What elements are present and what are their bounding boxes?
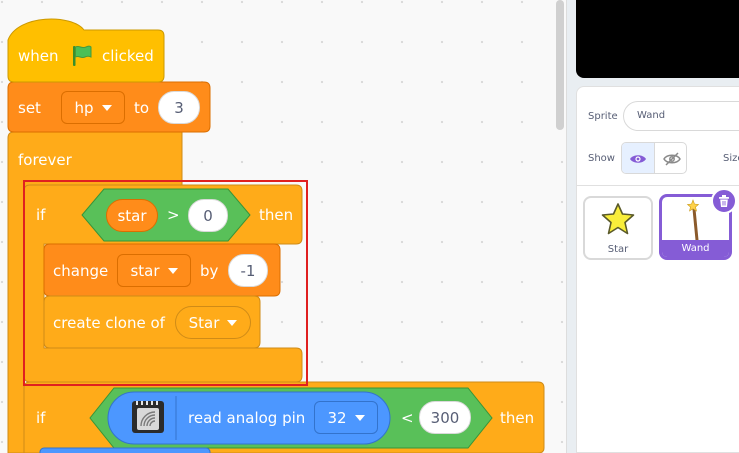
chevron-down-icon (101, 104, 112, 111)
star-icon (601, 203, 635, 235)
set-keyword: set (18, 99, 41, 117)
then-label-2: then (500, 409, 535, 427)
pin-dropdown[interactable]: 32 (314, 401, 378, 434)
sprite-label: Sprite (588, 111, 618, 122)
sprite-name-value: Wand (637, 110, 666, 121)
size-label: Size (723, 153, 739, 164)
green-flag-icon[interactable] (70, 44, 94, 68)
stage-canvas[interactable] (576, 0, 739, 78)
show-visible-button[interactable] (622, 143, 655, 173)
script-workspace[interactable]: when clicked set hp to 3 forever if star… (0, 0, 566, 453)
sprite-tile-star[interactable]: Star (583, 196, 653, 260)
eye-icon (630, 155, 646, 163)
set-variable-dropdown[interactable]: hp (61, 91, 125, 124)
forever-label: forever (18, 151, 72, 169)
eye-slash-icon (662, 152, 681, 166)
less-than-operator: < (401, 409, 414, 427)
read-analog-pin-label: read analog pin (188, 409, 306, 427)
set-value-input[interactable]: 3 (158, 91, 200, 124)
sprite-tile-wand-name: Wand (662, 240, 729, 257)
delete-sprite-button[interactable] (711, 188, 737, 214)
sprite-tile-star-name: Star (607, 244, 629, 255)
threshold-input[interactable]: 300 (419, 401, 471, 434)
wand-icon (686, 199, 700, 241)
workspace-scrollbar[interactable] (556, 0, 564, 130)
show-label: Show (588, 153, 615, 164)
if-keyword-2: if (36, 409, 46, 427)
when-label: when (18, 47, 59, 65)
pin-value: 32 (327, 408, 347, 427)
set-to-label: to (134, 99, 150, 117)
clicked-label: clicked (102, 47, 154, 65)
set-variable-name: hp (74, 98, 94, 117)
sensor-chip-icon (132, 401, 164, 433)
chevron-down-icon (354, 414, 365, 421)
threshold-value: 300 (430, 408, 460, 427)
show-toggle-group (621, 142, 687, 174)
show-hidden-button[interactable] (655, 143, 686, 173)
trash-icon (719, 195, 729, 207)
highlight-box (23, 180, 308, 386)
sprite-name-field[interactable]: Wand (623, 101, 739, 131)
set-value-text: 3 (174, 98, 184, 117)
